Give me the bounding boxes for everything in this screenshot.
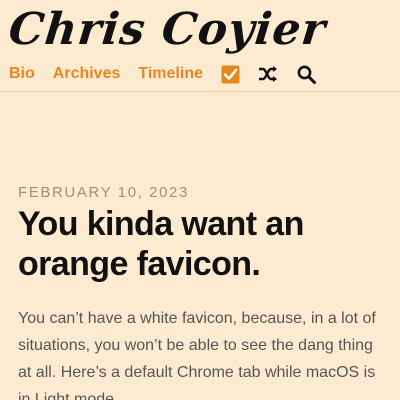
search-icon[interactable] bbox=[296, 64, 316, 84]
nav-icon-group bbox=[220, 62, 334, 86]
site-logo-link[interactable]: Chris Coyier bbox=[6, 2, 329, 58]
shuffle-icon[interactable] bbox=[258, 64, 278, 84]
post-body: You can’t have a white favicon, because,… bbox=[18, 310, 376, 400]
checkbox-icon[interactable] bbox=[220, 64, 240, 84]
nav-link-archives[interactable]: Archives bbox=[53, 65, 121, 83]
site-header: Chris Coyier Bio Archives Timeline bbox=[0, 0, 400, 92]
post-date: FEBRUARY 10, 2023 bbox=[18, 184, 189, 201]
post-title[interactable]: You kinda want an orange favicon. bbox=[18, 204, 388, 284]
main-nav: Bio Archives Timeline bbox=[9, 62, 221, 86]
nav-link-bio[interactable]: Bio bbox=[9, 65, 35, 83]
nav-link-timeline[interactable]: Timeline bbox=[138, 65, 203, 83]
